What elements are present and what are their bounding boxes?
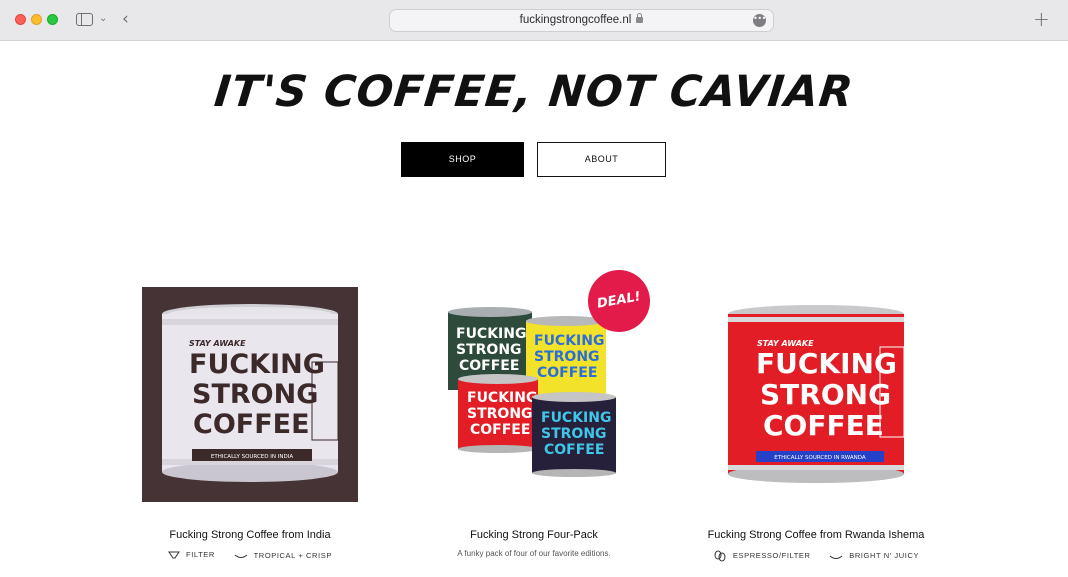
product-card-rwanda[interactable]: STAY AWAKE FUCKING STRONG COFFEE ETHICAL… [708,287,924,577]
product-title[interactable]: Fucking Strong Coffee from Rwanda Ishema [668,529,964,541]
tag-label: TROPICAL + CRISP [253,550,332,560]
can-dark-line-3: COFFEE [544,442,604,458]
url-display: fuckingstrongcoffee.nl [390,13,773,26]
product-image-india[interactable]: STAY AWAKE FUCKING STRONG COFFEE ETHICAL… [142,287,358,502]
product-card-india[interactable]: STAY AWAKE FUCKING STRONG COFFEE ETHICAL… [142,287,358,577]
address-bar[interactable]: fuckingstrongcoffee.nl ••• [389,9,774,32]
can-yellow-line-2: STRONG [534,349,600,365]
can-green-line-1: FUCKING [456,326,526,342]
product-description: A funky pack of four of our favorite edi… [457,549,611,558]
flavor-wave-icon [829,555,843,559]
tag-flavor: TROPICAL + CRISP [234,551,332,560]
can-green-line-3: COFFEE [459,358,519,374]
flavor-wave-icon [234,554,247,558]
can-dark-line-2: STRONG [541,426,607,442]
can-top-text: STAY AWAKE [189,339,246,348]
filter-icon [168,551,180,559]
can-brand-line-2: STRONG [192,379,318,410]
back-arrow-icon[interactable]: ‹ [122,9,129,29]
can-red-line-2: STRONG [467,406,533,422]
product-tags: ESPRESSO/FILTER BRIGHT N' JUICY [668,550,964,562]
tag-label: FILTER [186,550,215,559]
close-window-button[interactable] [15,14,26,25]
can-red-line-3: COFFEE [470,422,530,438]
can-brand-line-3: COFFEE [193,409,310,440]
sidebar-toggle-icon[interactable] [76,13,93,26]
tag-brew-method: ESPRESSO/FILTER [713,550,811,562]
zoom-window-button[interactable] [47,14,58,25]
product-title[interactable]: Fucking Strong Four-Pack [386,529,682,541]
can-brand-line-1: FUCKING [189,349,325,380]
hero-title: IT'S COFFEE, NOT CAVIAR [211,67,857,117]
can-dark-line-1: FUCKING [541,410,611,426]
can-brand-line-3: COFFEE [763,409,884,442]
chevron-down-icon[interactable]: ⌄ [99,13,107,24]
new-tab-plus-icon[interactable]: + [1033,7,1050,31]
coffee-can-illustration: STAY AWAKE FUCKING STRONG COFFEE ETHICAL… [162,304,339,482]
can-band-text: ETHICALLY SOURCED IN INDIA [211,454,293,460]
tag-label: BRIGHT N' JUICY [849,551,920,561]
page-content: IT'S COFFEE, NOT CAVIAR SHOP ABOUT STAY … [0,41,1068,576]
can-band-text: ETHICALLY SOURCED IN RWANDA [774,455,866,461]
product-image-rwanda[interactable]: STAY AWAKE FUCKING STRONG COFFEE ETHICAL… [708,287,924,502]
more-options-icon[interactable]: ••• [753,14,766,27]
minimize-window-button[interactable] [31,14,42,25]
tag-flavor: BRIGHT N' JUICY [829,551,919,560]
url-text: fuckingstrongcoffee.nl [519,14,632,26]
can-yellow-line-3: COFFEE [537,365,597,381]
can-brand-line-1: FUCKING [756,347,897,380]
can-yellow-line-1: FUCKING [534,333,604,349]
can-brand-line-2: STRONG [760,378,891,411]
product-tags: FILTER TROPICAL + CRISP [102,550,398,560]
shop-button[interactable]: SHOP [401,142,524,177]
lock-icon [636,13,644,23]
about-button[interactable]: ABOUT [537,142,666,177]
tag-brew-method: FILTER [168,550,215,560]
product-title[interactable]: Fucking Strong Coffee from India [102,529,398,541]
tag-label: ESPRESSO/FILTER [732,550,811,560]
can-green-line-2: STRONG [456,342,522,358]
can-red-line-1: FUCKING [467,390,537,406]
coffee-beans-icon [714,550,726,562]
browser-toolbar: ⌄ ‹ fuckingstrongcoffee.nl ••• + [0,0,1068,41]
coffee-can-illustration: STAY AWAKE FUCKING STRONG COFFEE ETHICAL… [728,305,905,483]
